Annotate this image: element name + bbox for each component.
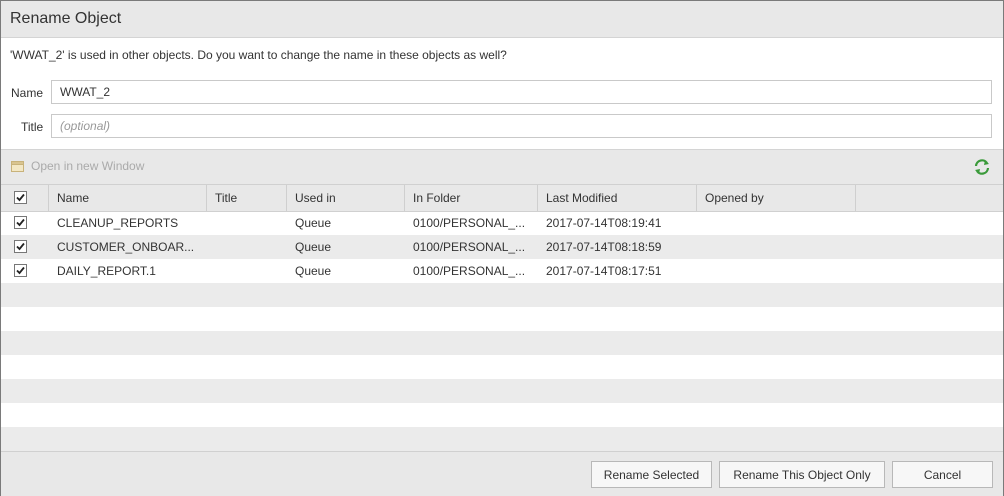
open-in-new-window-button[interactable]: Open in new Window — [11, 159, 144, 173]
name-label: Name — [11, 86, 44, 100]
grid-header: Name Title Used in In Folder Last Modifi… — [1, 184, 1003, 212]
column-header-title[interactable]: Title — [207, 185, 287, 211]
cell-title — [207, 259, 287, 283]
cell-folder: 0100/PERSONAL_... — [413, 264, 526, 278]
dialog-title: Rename Object — [10, 10, 122, 27]
cell-last-modified: 2017-07-14T08:19:41 — [546, 216, 662, 230]
open-in-new-window-label: Open in new Window — [31, 159, 145, 173]
window-icon — [11, 160, 24, 172]
empty-row — [1, 379, 1003, 403]
dialog-footer: Rename Selected Rename This Object Only … — [1, 451, 1003, 496]
table-row[interactable]: CLEANUP_REPORTS Queue 0100/PERSONAL_... … — [1, 211, 1003, 235]
table-row[interactable]: DAILY_REPORT.1 Queue 0100/PERSONAL_... 2… — [1, 259, 1003, 283]
cell-last-modified: 2017-07-14T08:17:51 — [546, 264, 662, 278]
cell-used-in: Queue — [295, 240, 332, 254]
empty-row — [1, 331, 1003, 355]
checkmark-icon — [16, 266, 25, 275]
empty-row — [1, 355, 1003, 379]
column-header-in-folder[interactable]: In Folder — [405, 185, 538, 211]
row-checkbox[interactable] — [14, 264, 27, 277]
cell-name: CLEANUP_REPORTS — [57, 216, 179, 230]
column-header-name[interactable]: Name — [49, 185, 207, 211]
table-row[interactable]: CUSTOMER_ONBOAR... Queue 0100/PERSONAL_.… — [1, 235, 1003, 259]
cell-used-in: Queue — [295, 264, 332, 278]
cell-folder: 0100/PERSONAL_... — [413, 216, 526, 230]
row-checkbox[interactable] — [14, 216, 27, 229]
column-header-used-in[interactable]: Used in — [287, 185, 405, 211]
cell-name: CUSTOMER_ONBOAR... — [57, 240, 195, 254]
row-checkbox[interactable] — [14, 240, 27, 253]
column-header-opened-by[interactable]: Opened by — [697, 185, 856, 211]
refresh-button[interactable] — [973, 158, 991, 179]
cell-title — [207, 235, 287, 259]
rename-selected-button[interactable]: Rename Selected — [591, 461, 712, 488]
dialog-titlebar: Rename Object — [1, 1, 1003, 38]
rename-object-dialog: Rename Object 'WWAT_2' is used in other … — [0, 0, 1004, 496]
cell-name: DAILY_REPORT.1 — [57, 264, 156, 278]
cancel-button[interactable]: Cancel — [892, 461, 993, 488]
cell-opened-by — [697, 235, 856, 259]
checkmark-icon — [16, 193, 25, 202]
rename-this-object-only-button[interactable]: Rename This Object Only — [719, 461, 885, 488]
refresh-icon — [974, 159, 990, 175]
title-input[interactable] — [51, 114, 992, 138]
cell-used-in: Queue — [295, 216, 332, 230]
empty-row — [1, 283, 1003, 307]
column-header-last-modified[interactable]: Last Modified — [538, 185, 697, 211]
empty-row — [1, 307, 1003, 331]
empty-row — [1, 403, 1003, 427]
cell-opened-by — [697, 259, 856, 283]
cell-opened-by — [697, 211, 856, 235]
select-all-column — [1, 185, 49, 211]
checkmark-icon — [16, 218, 25, 227]
checkmark-icon — [16, 242, 25, 251]
title-label: Title — [21, 120, 44, 134]
grid-toolbar: Open in new Window — [1, 149, 1003, 184]
select-all-checkbox[interactable] — [14, 191, 27, 204]
empty-row — [1, 427, 1003, 451]
cell-last-modified: 2017-07-14T08:18:59 — [546, 240, 662, 254]
grid-body: CLEANUP_REPORTS Queue 0100/PERSONAL_... … — [1, 211, 1003, 451]
name-input[interactable] — [51, 80, 992, 104]
cell-folder: 0100/PERSONAL_... — [413, 240, 526, 254]
cell-title — [207, 211, 287, 235]
dialog-message: 'WWAT_2' is used in other objects. Do yo… — [10, 48, 507, 62]
